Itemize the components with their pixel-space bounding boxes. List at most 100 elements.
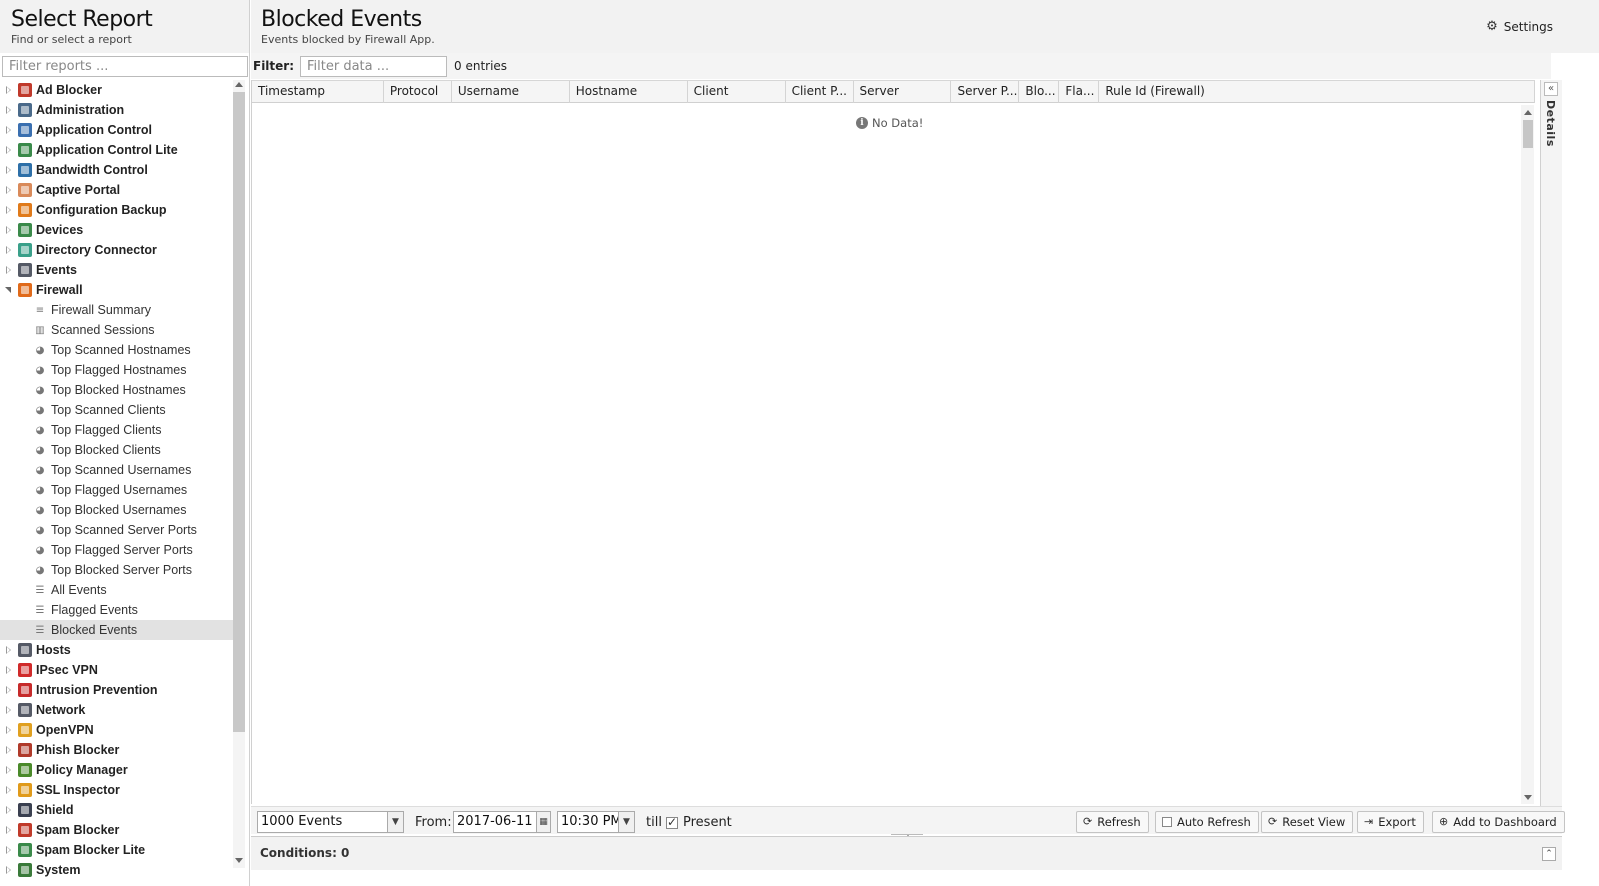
grid-scroll-down-icon[interactable]	[1524, 795, 1532, 800]
report-item[interactable]: ☰ Flagged Events	[0, 600, 236, 620]
present-checkbox[interactable]: Present	[666, 815, 732, 830]
tree-node-openvpn[interactable]: OpenVPN	[0, 720, 236, 740]
tree-node-captive-portal[interactable]: Captive Portal	[0, 180, 236, 200]
tree-node-configuration-backup[interactable]: Configuration Backup	[0, 200, 236, 220]
expand-arrow-icon[interactable]	[4, 125, 14, 135]
report-item[interactable]: ◕ Top Flagged Clients	[0, 420, 236, 440]
report-item[interactable]: ◕ Top Blocked Server Ports	[0, 560, 236, 580]
expand-arrow-icon[interactable]	[4, 145, 14, 155]
from-time-field[interactable]: 10:30 PM ▼	[557, 811, 635, 833]
collapse-details-icon[interactable]: «	[1544, 82, 1558, 96]
report-item[interactable]: ▥ Scanned Sessions	[0, 320, 236, 340]
events-limit-select[interactable]: 1000 Events ▼	[257, 811, 404, 833]
from-date-field[interactable]: 2017-06-11 ▦	[453, 811, 551, 833]
col-protocol[interactable]: Protocol	[384, 81, 452, 103]
collapse-arrow-icon[interactable]	[4, 285, 14, 295]
auto-refresh-button[interactable]: Auto Refresh	[1155, 811, 1259, 833]
expand-arrow-icon[interactable]	[4, 245, 14, 255]
tree-node-phish-blocker[interactable]: Phish Blocker	[0, 740, 236, 760]
col-blocked[interactable]: Blo...	[1019, 81, 1060, 103]
calendar-icon[interactable]: ▦	[536, 812, 550, 832]
grid-scroll-up-icon[interactable]	[1524, 110, 1532, 115]
col-server-port[interactable]: Server P...	[951, 81, 1020, 103]
report-item[interactable]: ◕ Top Scanned Usernames	[0, 460, 236, 480]
col-username[interactable]: Username	[452, 81, 570, 103]
col-client[interactable]: Client	[688, 81, 786, 103]
grid-scroll-thumb[interactable]	[1523, 120, 1533, 148]
tree-node-intrusion-prevention[interactable]: Intrusion Prevention	[0, 680, 236, 700]
report-item[interactable]: ◕ Top Blocked Hostnames	[0, 380, 236, 400]
col-rule-id[interactable]: Rule Id (Firewall)	[1099, 81, 1535, 103]
tree-node-hosts[interactable]: Hosts	[0, 640, 236, 660]
expand-arrow-icon[interactable]	[4, 685, 14, 695]
expand-arrow-icon[interactable]	[4, 105, 14, 115]
report-item[interactable]: ◕ Top Blocked Usernames	[0, 500, 236, 520]
report-item[interactable]: ◕ Top Scanned Clients	[0, 400, 236, 420]
report-item[interactable]: ◕ Top Flagged Usernames	[0, 480, 236, 500]
expand-arrow-icon[interactable]	[4, 725, 14, 735]
expand-arrow-icon[interactable]	[4, 765, 14, 775]
expand-arrow-icon[interactable]	[4, 785, 14, 795]
report-item[interactable]: ◕ Top Blocked Clients	[0, 440, 236, 460]
expand-arrow-icon[interactable]	[4, 865, 14, 875]
expand-arrow-icon[interactable]	[4, 845, 14, 855]
report-tree-scroll-thumb[interactable]	[233, 92, 245, 732]
col-timestamp[interactable]: Timestamp	[252, 81, 384, 103]
time-chevron-down-icon[interactable]: ▼	[618, 812, 634, 832]
tree-node-devices[interactable]: Devices	[0, 220, 236, 240]
tree-node-policy-manager[interactable]: Policy Manager	[0, 760, 236, 780]
report-item[interactable]: ◕ Top Flagged Server Ports	[0, 540, 236, 560]
tree-node-network[interactable]: Network	[0, 700, 236, 720]
present-checkbox-box[interactable]	[666, 815, 678, 829]
expand-arrow-icon[interactable]	[4, 225, 14, 235]
report-item[interactable]: ◕ Top Scanned Hostnames	[0, 340, 236, 360]
expand-arrow-icon[interactable]	[4, 805, 14, 815]
report-item[interactable]: ◕ Top Scanned Server Ports	[0, 520, 236, 540]
scroll-up-arrow-icon[interactable]	[235, 82, 243, 87]
report-item[interactable]: ≡ Firewall Summary	[0, 300, 236, 320]
chevron-down-icon[interactable]: ▼	[387, 812, 403, 832]
tree-node-application-control-lite[interactable]: Application Control Lite	[0, 140, 236, 160]
scroll-down-arrow-icon[interactable]	[235, 858, 243, 863]
expand-arrow-icon[interactable]	[4, 745, 14, 755]
col-hostname[interactable]: Hostname	[570, 81, 688, 103]
tree-node-administration[interactable]: Administration	[0, 100, 236, 120]
tree-node-firewall[interactable]: Firewall	[0, 280, 236, 300]
expand-arrow-icon[interactable]	[4, 645, 14, 655]
tree-node-spam-blocker[interactable]: Spam Blocker	[0, 820, 236, 840]
tree-node-ssl-inspector[interactable]: SSL Inspector	[0, 780, 236, 800]
expand-arrow-icon[interactable]	[4, 85, 14, 95]
report-item[interactable]: ☰ Blocked Events	[0, 620, 236, 640]
tree-node-application-control[interactable]: Application Control	[0, 120, 236, 140]
tree-node-spam-blocker-lite[interactable]: Spam Blocker Lite	[0, 840, 236, 860]
tree-node-system[interactable]: System	[0, 860, 236, 880]
expand-arrow-icon[interactable]	[4, 665, 14, 675]
filter-data-input[interactable]	[300, 55, 448, 77]
report-item[interactable]: ☰ All Events	[0, 580, 236, 600]
expand-arrow-icon[interactable]	[4, 165, 14, 175]
col-server[interactable]: Server	[854, 81, 952, 103]
expand-arrow-icon[interactable]	[4, 185, 14, 195]
tree-node-ipsec-vpn[interactable]: IPsec VPN	[0, 660, 236, 680]
refresh-button[interactable]: ⟳ Refresh	[1076, 811, 1149, 833]
tree-node-bandwidth-control[interactable]: Bandwidth Control	[0, 160, 236, 180]
col-flagged[interactable]: Fla...	[1059, 81, 1100, 103]
add-to-dashboard-button[interactable]: ⊕ Add to Dashboard	[1432, 811, 1565, 833]
tree-node-directory-connector[interactable]: Directory Connector	[0, 240, 236, 260]
settings-button[interactable]: ⚙ Settings	[1486, 19, 1553, 34]
expand-arrow-icon[interactable]	[4, 705, 14, 715]
report-item[interactable]: ◕ Top Flagged Hostnames	[0, 360, 236, 380]
expand-conditions-icon[interactable]: ⌃	[1542, 847, 1556, 861]
filter-reports-input[interactable]	[2, 56, 248, 77]
tree-node-events[interactable]: Events	[0, 260, 236, 280]
reset-view-button[interactable]: ⟳ Reset View	[1261, 811, 1354, 833]
details-label[interactable]: Details	[1544, 100, 1557, 147]
expand-arrow-icon[interactable]	[4, 825, 14, 835]
export-button[interactable]: ⇥ Export	[1357, 811, 1424, 833]
col-client-port[interactable]: Client P...	[786, 81, 854, 103]
tree-node-ad-blocker[interactable]: Ad Blocker	[0, 80, 236, 100]
tree-node-shield[interactable]: Shield	[0, 800, 236, 820]
expand-arrow-icon[interactable]	[4, 205, 14, 215]
expand-arrow-icon[interactable]	[4, 265, 14, 275]
grid-scrollbar[interactable]	[1521, 105, 1534, 804]
